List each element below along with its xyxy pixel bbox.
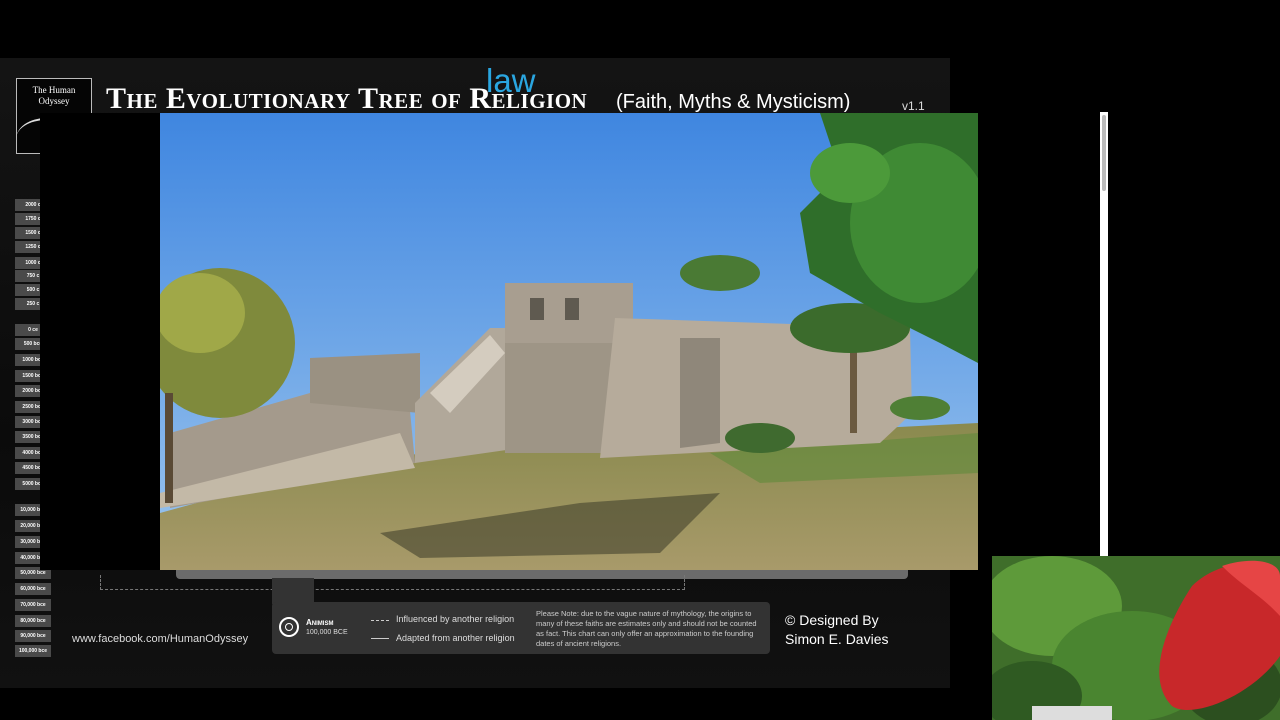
timeline-label: 60,000 bce (15, 583, 51, 595)
slide-version: v1.1 (902, 99, 925, 113)
dashed-bracket (100, 575, 685, 590)
ruins-photo-graphic (160, 113, 978, 570)
legend-animism-label: Animism (306, 618, 334, 627)
designer-name: Simon E. Davies (785, 631, 889, 647)
timeline-label: 70,000 bce (15, 599, 51, 611)
logo-line2: Odyssey (38, 96, 70, 106)
overlay-caption-word: law (486, 62, 536, 99)
legend-tab (272, 578, 314, 604)
ruins-photo (160, 113, 978, 570)
timeline-label: 90,000 bce (15, 630, 51, 642)
legend-influenced: Influenced by another religion (396, 614, 515, 624)
spiral-icon (279, 617, 299, 637)
logo-line1: The Human (32, 85, 76, 95)
webcam-image (992, 556, 1280, 720)
designer-credit: © Designed By Simon E. Davies (785, 611, 888, 649)
designed-by-line: © Designed By (785, 612, 879, 628)
solid-line-sample (371, 638, 389, 639)
webcam-feed (992, 556, 1280, 720)
legend-animism-date: 100,000 BCE (306, 629, 348, 636)
legend-adapted: Adapted from another religion (396, 633, 515, 643)
slide-subtitle: (Faith, Myths & Mysticism) (616, 91, 851, 113)
facebook-link[interactable]: www.facebook.com/HumanOdyssey (72, 633, 248, 645)
legend-note: Please Note: due to the vague nature of … (536, 609, 757, 648)
dashed-line-sample (371, 620, 389, 621)
timeline-label: 100,000 bce (15, 645, 51, 657)
timeline-label: 80,000 bce (15, 615, 51, 627)
scrollbar-thumb[interactable] (1102, 115, 1106, 191)
photo-letterbox (40, 113, 160, 570)
